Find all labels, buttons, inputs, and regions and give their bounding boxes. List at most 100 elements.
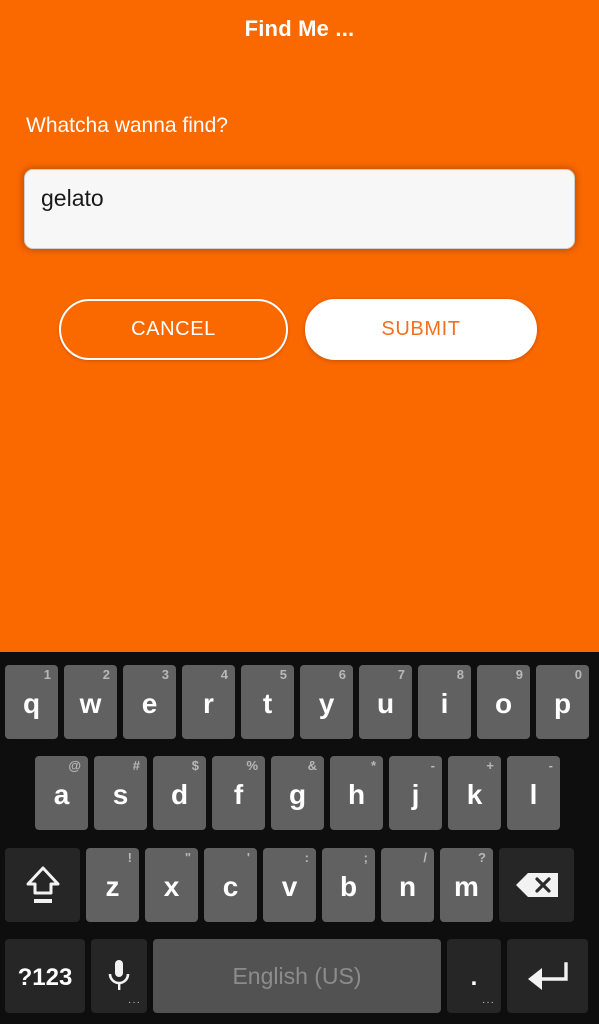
key-h-hint: * [370,758,376,773]
key-d-label: d [170,779,189,810]
microphone-icon [104,956,134,996]
key-n[interactable]: / n [381,848,434,922]
key-k[interactable]: + k [448,756,501,830]
key-v-hint: : [304,850,309,865]
return-arrow-icon [524,959,572,993]
voice-input-key[interactable]: ··· [91,939,147,1013]
key-t-hint: 5 [279,667,287,682]
key-i-label: i [440,688,449,719]
key-e-label: e [141,688,158,719]
key-f-hint: % [246,758,258,773]
key-b[interactable]: ; b [322,848,375,922]
key-l[interactable]: - l [507,756,560,830]
key-p-label: p [553,688,572,719]
key-d-hint: $ [191,758,199,773]
key-f-label: f [233,779,244,810]
key-u[interactable]: 7 u [359,665,412,739]
backspace-key[interactable] [499,848,574,922]
key-l-hint: - [548,758,553,773]
key-x-label: x [163,871,180,902]
prompt-label: Whatcha wanna find? [26,114,228,137]
page-title: Find Me ... [244,16,355,41]
key-i[interactable]: 8 i [418,665,471,739]
key-v-label: v [281,871,298,902]
period-key-label: . [470,964,478,991]
key-r-hint: 4 [220,667,228,682]
key-o-hint: 9 [515,667,523,682]
key-q[interactable]: 1 q [5,665,58,739]
key-h-label: h [347,779,366,810]
period-key[interactable]: . ··· [447,939,501,1013]
key-t[interactable]: 5 t [241,665,294,739]
key-d[interactable]: $ d [153,756,206,830]
shift-arrow-icon [23,863,63,907]
key-r[interactable]: 4 r [182,665,235,739]
submit-button-label: SUBMIT [381,318,461,340]
phone-screen: Find Me ... Whatcha wanna find? gelato C… [0,0,599,1024]
key-p-hint: 0 [574,667,582,682]
key-m-hint: ? [478,850,486,865]
key-a-label: a [53,779,70,810]
key-m[interactable]: ? m [440,848,493,922]
key-c-label: c [222,871,239,902]
key-p[interactable]: 0 p [536,665,589,739]
symbols-key-label: ?123 [17,964,73,991]
key-y-label: y [318,688,335,719]
key-z[interactable]: ! z [86,848,139,922]
shift-key[interactable] [5,848,80,922]
key-x[interactable]: " x [145,848,198,922]
key-s-label: s [112,779,129,810]
key-w-label: w [79,688,102,719]
keyboard-row-4: ?123 ··· English (US) . ··· [0,936,599,1016]
key-u-label: u [376,688,395,719]
key-v[interactable]: : v [263,848,316,922]
key-l-label: l [529,779,538,810]
key-s-hint: # [132,758,140,773]
enter-key[interactable] [507,939,588,1013]
key-a[interactable]: @ a [35,756,88,830]
key-k-hint: + [486,758,494,773]
key-g-label: g [288,779,307,810]
key-y-hint: 6 [338,667,346,682]
keyboard-row-3: ! z " x ' c : v ; b / n ? m [0,845,599,925]
keyboard-row-1: 1 q 2 w 3 e 4 r 5 t 6 y 7 u 8 i 9 o 0 p [0,662,599,742]
key-e[interactable]: 3 e [123,665,176,739]
space-key[interactable]: English (US) [153,939,441,1013]
key-f[interactable]: % f [212,756,265,830]
key-w[interactable]: 2 w [64,665,117,739]
key-j[interactable]: - j [389,756,442,830]
search-input[interactable]: gelato [24,169,575,249]
key-h[interactable]: * h [330,756,383,830]
cancel-button[interactable]: CANCEL [59,299,288,360]
key-m-label: m [454,871,479,902]
key-r-label: r [203,688,214,719]
backspace-icon [514,870,560,900]
key-t-label: t [262,688,273,719]
space-key-label: English (US) [232,962,362,989]
key-y[interactable]: 6 y [300,665,353,739]
key-q-hint: 1 [43,667,51,682]
symbols-key[interactable]: ?123 [5,939,85,1013]
key-j-hint: - [430,758,435,773]
key-n-label: n [398,871,417,902]
app-content: Find Me ... Whatcha wanna find? gelato C… [0,0,599,652]
voice-key-more-dots: ··· [128,997,141,1008]
key-z-label: z [105,871,120,902]
key-k-label: k [466,779,483,810]
key-b-hint: ; [363,850,368,865]
search-input-value: gelato [41,185,104,211]
key-g[interactable]: & g [271,756,324,830]
key-s[interactable]: # s [94,756,147,830]
key-c[interactable]: ' c [204,848,257,922]
keyboard-row-2: @ a # s $ d % f & g * h - j + k - l [0,753,599,833]
key-q-label: q [22,688,41,719]
cancel-button-label: CANCEL [131,318,216,340]
key-o[interactable]: 9 o [477,665,530,739]
key-j-label: j [411,779,420,810]
submit-button[interactable]: SUBMIT [305,299,537,360]
key-a-hint: @ [68,758,81,773]
key-u-hint: 7 [397,667,405,682]
key-n-hint: / [423,850,427,865]
key-i-hint: 8 [456,667,464,682]
key-w-hint: 2 [102,667,110,682]
